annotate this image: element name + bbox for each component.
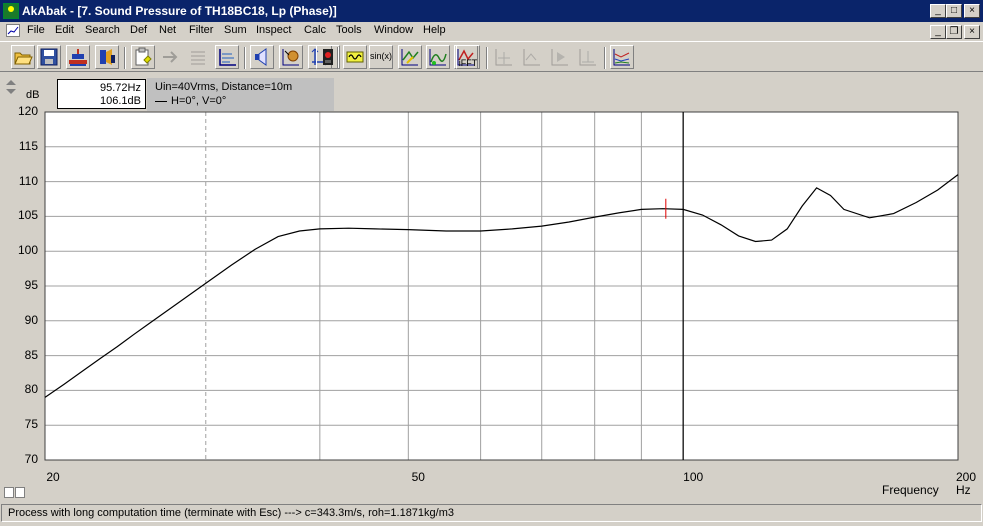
status-text: Process with long computation time (term… (8, 507, 454, 519)
y-tick-label: 115 (18, 138, 38, 153)
y-tick-label: 95 (24, 278, 38, 292)
x-tick-label: 20 (46, 470, 60, 484)
y-tick-label: 85 (24, 347, 38, 362)
y-tick-label: 105 (17, 208, 38, 223)
y-tick-label: 80 (24, 382, 38, 397)
page-icon[interactable] (4, 487, 14, 498)
y-tick-label: 100 (17, 243, 38, 258)
x-axis-unit: Hz (956, 483, 971, 497)
y-tick-label: 75 (24, 417, 38, 432)
y-tick-label: 120 (17, 104, 38, 118)
x-tick-label: 50 (411, 470, 425, 484)
x-tick-label: 100 (683, 470, 704, 484)
frequency-response-plot[interactable] (0, 0, 983, 500)
marker-icon[interactable] (15, 487, 25, 498)
y-tick-label: 90 (24, 312, 38, 327)
x-tick-label: 200 (955, 470, 977, 484)
x-axis-label: Frequency (882, 483, 939, 497)
status-bar: Process with long computation time (term… (1, 504, 982, 522)
y-tick-label: 110 (18, 173, 38, 188)
y-tick-label: 70 (24, 452, 38, 466)
